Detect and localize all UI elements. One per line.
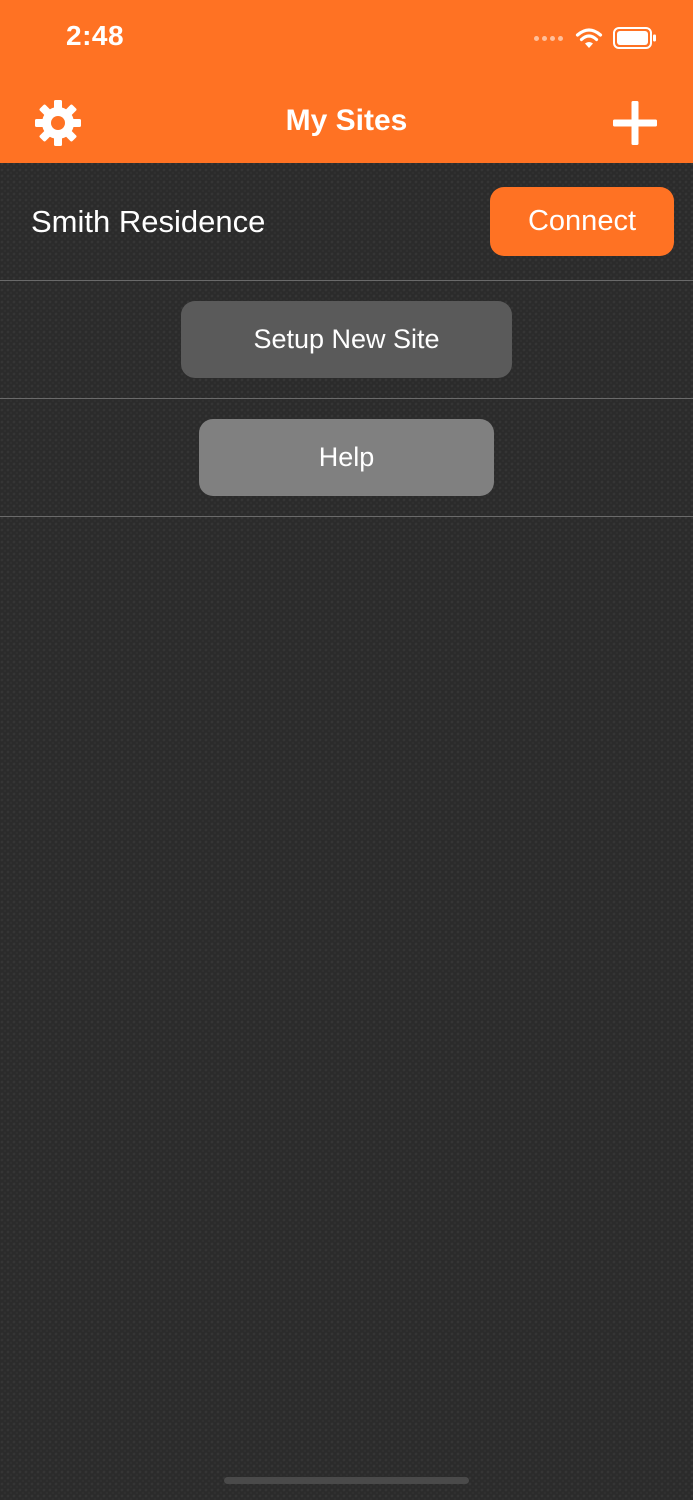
cellular-signal-icon (534, 35, 563, 41)
wifi-icon (575, 28, 603, 48)
status-bar-indicators (534, 26, 657, 50)
setup-new-site-button[interactable]: Setup New Site (181, 301, 512, 378)
header: 2:48 My Sites (0, 0, 693, 163)
add-site-plus-icon[interactable] (611, 99, 659, 147)
site-name: Smith Residence (31, 204, 266, 239)
help-row: Help (0, 399, 693, 517)
battery-icon (613, 27, 656, 49)
help-button[interactable]: Help (199, 419, 494, 496)
home-indicator[interactable] (224, 1477, 469, 1484)
page-title: My Sites (285, 104, 408, 137)
site-list-item[interactable]: Smith Residence Connect (0, 163, 693, 281)
setup-row: Setup New Site (0, 281, 693, 399)
connect-button[interactable]: Connect (490, 187, 674, 256)
status-time: 2:48 (66, 20, 125, 51)
